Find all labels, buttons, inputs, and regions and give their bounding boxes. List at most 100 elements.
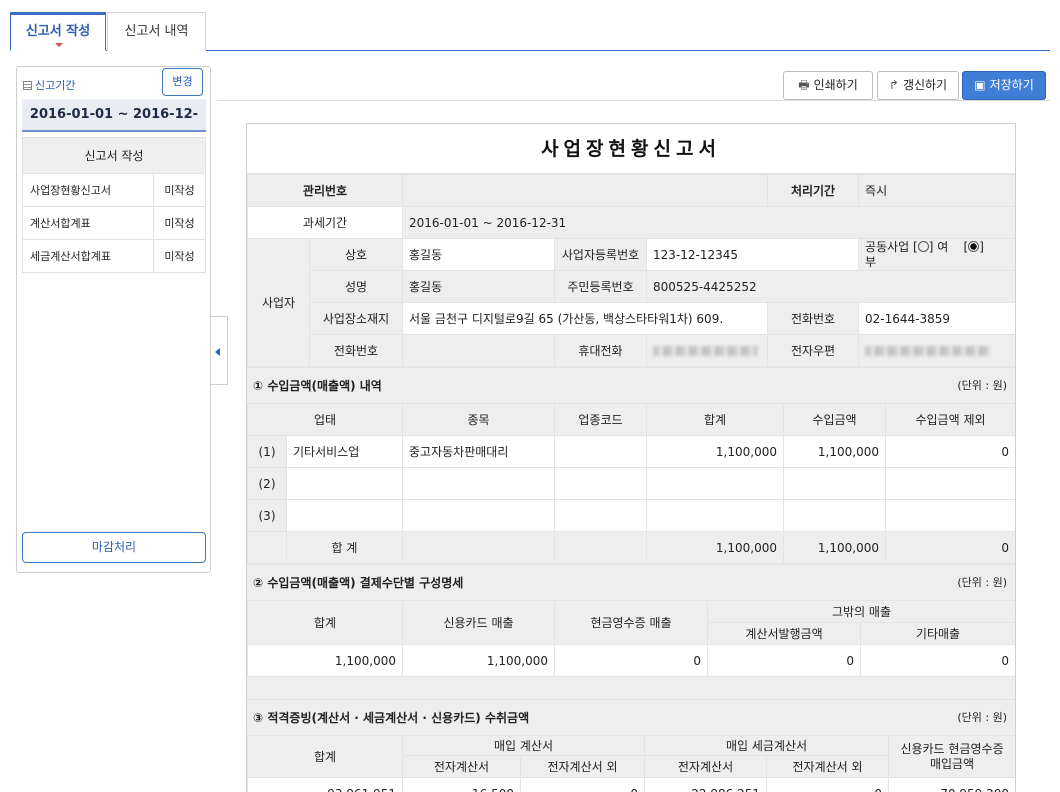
cell-type[interactable]: 기타서비스업 [286,435,403,468]
renew-button-label: 갱신하기 [902,78,948,92]
list-item[interactable]: 세금계산서합계표 미작성 [22,239,206,273]
mobile-label: 휴대전화 [554,334,648,367]
toolbar-divider [217,100,1050,101]
active-caret-icon [55,43,63,47]
list-item-status: 미작성 [153,173,206,207]
mgmt-no-label: 관리번호 [247,174,404,207]
s2-card-value[interactable]: 1,100,000 [402,644,555,677]
report-list: 신고서 작성 사업장현황신고서 미작성 계산서합계표 미작성 세금계산서합계표 미작성 [22,137,206,273]
chevron-left-icon [215,348,220,356]
cell-excl[interactable] [885,499,1015,532]
col-header: 종목 [402,403,555,436]
s3-inv-ne-value[interactable]: 0 [519,777,646,792]
sum-total: 1,100,000 [646,531,784,564]
save-button[interactable]: ▣ 저장하기 [962,71,1046,100]
joint-yes-radio[interactable] [917,240,929,252]
joint-no-radio[interactable] [968,240,980,252]
close-filing-button[interactable]: 마감처리 [22,532,206,563]
s3-card-header-line1: 신용카드 현금영수증 [900,741,1004,756]
s3-tax-ne-value[interactable]: 0 [766,777,890,792]
s3-inv-ne-header: 전자계산서 외 [519,755,646,778]
cell-code[interactable] [554,499,647,532]
section2-unit: (단위 : 원) [957,576,1007,589]
s3-total-header: 합계 [247,735,403,778]
s3-tax-ne-header: 전자계산서 외 [766,755,890,778]
list-item-name[interactable]: 계산서합계표 [22,206,154,240]
period-range: 2016-01-01 ~ 2016-12-31 [22,99,206,154]
tab-report-history[interactable]: 신고서 내역 [107,12,206,51]
col-header: 수입금액 제외 [885,403,1015,436]
tax-period-label: 과세기간 [247,206,404,239]
s2-cash-value[interactable]: 0 [554,644,708,677]
change-button[interactable]: 변경 [162,68,203,96]
tab-report-write[interactable]: 신고서 작성 [10,12,106,51]
cell-item[interactable]: 중고자동차판매대리 [402,435,555,468]
list-item-status: 미작성 [153,239,206,273]
s3-tax-e-value[interactable]: 22,986,251 [644,777,768,792]
mobile-value [646,334,769,367]
collapse-panel-handle[interactable] [211,316,228,385]
payment-table: 합계 신용카드 매출 현금영수증 매출 그밖의 매출 계산서발행금액 기타매출 … [247,600,1015,677]
s2-total-header: 합계 [247,600,403,645]
cell-income[interactable] [783,499,886,532]
cell-type[interactable] [286,499,403,532]
trade-name-value[interactable]: 홍길동 [402,238,556,271]
phone-value[interactable]: 02-1644-3859 [858,302,1015,335]
tab-report-history-label: 신고서 내역 [124,24,189,39]
evidence-table: 합계 매입 계산서 매입 세금계산서 신용카드 현금영수증 매입금액 전자계산서 … [247,735,1015,792]
renew-button[interactable]: ↱ 갱신하기 [877,71,959,100]
tab-bar: 신고서 작성 신고서 내역 [10,12,1050,51]
cell-excl[interactable]: 0 [885,435,1015,468]
cell-type[interactable] [286,467,403,500]
mgmt-no-value [402,174,769,207]
section2-title: ② 수입금액(매출액) 결제수단별 구성명세 [253,576,464,590]
s3-inv-e-value[interactable]: 16,500 [402,777,521,792]
address-value[interactable]: 서울 금천구 디지털로9길 65 (가산동, 백상스타타워1차) 609. [402,302,769,335]
print-button[interactable]: 🖶 인쇄하기 [783,71,873,100]
cell-code[interactable] [554,435,647,468]
print-button-label: 인쇄하기 [813,78,858,92]
section3-title: ③ 적격증빙(계산서 · 세금계산서 · 신용카드) 수취금액 [253,711,530,725]
list-item-name[interactable]: 사업장현황신고서 [22,173,154,207]
save-icon: ▣ [974,78,986,92]
list-item[interactable]: 계산서합계표 미작성 [22,206,206,240]
cell-item[interactable] [402,499,555,532]
name-value: 홍길동 [402,270,556,303]
list-item-status: 미작성 [153,206,206,240]
brn-value[interactable]: 123-12-12345 [646,238,860,271]
section1-header: ① 수입금액(매출액) 내역 (단위 : 원) [247,367,1015,403]
col-header: 업태 [247,403,403,436]
s2-etc-value[interactable]: 0 [859,644,1015,677]
period-header-label: 신고기간 [35,79,76,92]
row-no: (1) [247,435,287,468]
list-item-name[interactable]: 세금계산서합계표 [22,239,154,273]
s2-etc-header: 기타매출 [859,622,1015,645]
section1-title: ① 수입금액(매출액) 내역 [253,379,382,393]
cell-item[interactable] [402,467,555,500]
s2-card-header: 신용카드 매출 [402,600,555,645]
report-list-header: 신고서 작성 [22,137,206,174]
col-header: 수입금액 [783,403,886,436]
table-row: (2) [247,467,1015,500]
s2-invoice-value[interactable]: 0 [707,644,861,677]
email-label: 전자우편 [767,334,860,367]
cell-code[interactable] [554,467,647,500]
list-icon [23,81,32,90]
s3-card-value[interactable]: 70,959,200 [888,777,1015,792]
list-item[interactable]: 사업장현황신고서 미작성 [22,173,206,207]
cell-excl[interactable] [885,467,1015,500]
cell-income[interactable]: 1,100,000 [783,435,886,468]
cell-total [646,467,784,500]
trade-name-label: 상호 [308,238,404,271]
email-redacted [865,346,992,356]
s3-card-header: 신용카드 현금영수증 매입금액 [888,735,1015,778]
report-title: 사업장현황신고서 [247,124,1015,174]
phone-label: 전화번호 [767,302,860,335]
cell-income[interactable] [783,467,886,500]
s2-other-header: 그밖의 매출 [706,600,1015,623]
s3-card-header-line2: 매입금액 [929,756,975,771]
row-no: (2) [247,467,287,500]
row-no: (3) [247,499,287,532]
left-panel: 신고기간 변경 2016-01-01 ~ 2016-12-31 신고서 작성 사… [16,66,211,573]
tax-period-value: 2016-01-01 ~ 2016-12-31 [402,206,1015,239]
